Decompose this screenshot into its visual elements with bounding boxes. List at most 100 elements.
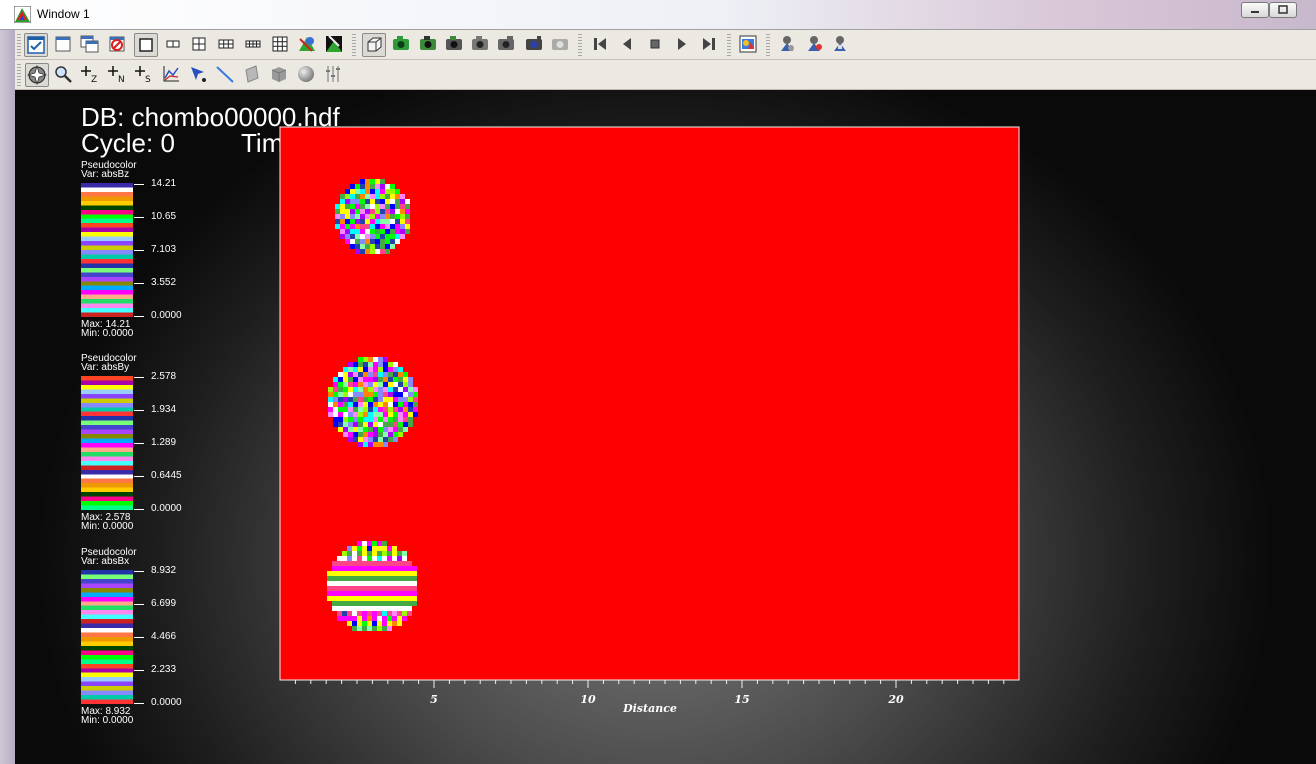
layout-2x2-icon xyxy=(192,37,206,51)
title-bar: Window 1 xyxy=(0,0,1316,30)
x-axis-tick-label: 10 xyxy=(580,693,596,706)
field-spot xyxy=(335,179,410,254)
lock-view-button[interactable] xyxy=(296,33,320,57)
lighting-3-icon xyxy=(834,36,846,51)
new-window-icon xyxy=(55,36,71,52)
maximize-button[interactable] xyxy=(1269,2,1297,18)
curve-query-button[interactable] xyxy=(160,63,184,87)
spreadsheet-pick-button[interactable]: S xyxy=(133,63,157,87)
box-tool-icon xyxy=(271,67,287,82)
camera-3-icon xyxy=(446,36,462,50)
spin-mode-icon xyxy=(739,35,757,53)
camera-5-icon xyxy=(498,36,514,50)
camera-1-icon xyxy=(393,36,409,50)
toolbar-grip[interactable] xyxy=(17,64,21,86)
plane-tool-icon xyxy=(245,65,259,83)
zoom-button[interactable] xyxy=(52,63,76,87)
svg-text:Z: Z xyxy=(91,75,97,85)
new-window-button[interactable] xyxy=(52,33,76,57)
layout-3x3-button[interactable] xyxy=(269,33,293,57)
spreadsheet-pick-icon: S xyxy=(135,66,151,85)
play-icon xyxy=(678,38,686,50)
toolbar-grip[interactable] xyxy=(727,34,731,56)
node-pick-button[interactable]: N xyxy=(106,63,130,87)
delete-window-button[interactable] xyxy=(106,33,130,57)
stop-button[interactable] xyxy=(644,33,668,57)
clone-window-icon xyxy=(80,35,99,53)
camera-7-icon xyxy=(552,39,568,50)
plane-tool-button[interactable] xyxy=(241,63,265,87)
camera-1-button[interactable] xyxy=(390,33,414,57)
layout-2x2-button[interactable] xyxy=(188,33,212,57)
lock-view-icon xyxy=(299,37,315,52)
svg-text:N: N xyxy=(118,75,125,85)
lock-time-icon xyxy=(326,35,342,52)
layout-1x1-icon xyxy=(139,38,153,52)
lighting-icon xyxy=(781,36,794,51)
window-left-border xyxy=(0,30,15,764)
line-tool-icon xyxy=(216,66,234,83)
navigate-icon xyxy=(26,64,48,86)
step-forward-icon xyxy=(703,38,715,50)
visit-app-icon xyxy=(14,6,31,23)
x-axis-tick-label: 5 xyxy=(430,693,438,706)
lock-time-button[interactable] xyxy=(323,33,347,57)
camera-7-button[interactable] xyxy=(549,33,573,57)
layout-3x3-icon xyxy=(272,36,288,52)
camera-2-icon xyxy=(420,36,436,50)
line-tool-button[interactable] xyxy=(214,63,238,87)
toolbar-grip[interactable] xyxy=(766,34,770,56)
stop-icon xyxy=(650,39,660,49)
lighting-2-button[interactable] xyxy=(803,33,827,57)
camera-3-button[interactable] xyxy=(443,33,467,57)
zone-pick-icon: Z xyxy=(81,66,97,85)
layout-1x2-button[interactable] xyxy=(162,33,186,57)
toolbar-grip[interactable] xyxy=(17,34,21,56)
perspective-button[interactable] xyxy=(362,33,386,57)
reverse-play-button[interactable] xyxy=(616,33,640,57)
play-button[interactable] xyxy=(671,33,695,57)
active-window-button[interactable] xyxy=(24,33,48,57)
minimize-icon xyxy=(1251,11,1259,13)
curve-query-icon xyxy=(163,66,179,82)
layout-1x1-button[interactable] xyxy=(134,33,158,57)
perspective-icon xyxy=(367,37,382,52)
layout-1x2-icon xyxy=(166,40,180,48)
box-tool-button[interactable] xyxy=(268,63,292,87)
toolbar-grip[interactable] xyxy=(352,34,356,56)
point-tool-button[interactable] xyxy=(187,63,211,87)
toolbar-grip[interactable] xyxy=(578,34,582,56)
step-back-icon xyxy=(594,38,606,50)
layout-2x3-icon xyxy=(218,39,234,49)
sphere-tool-icon xyxy=(298,66,314,82)
axis-restriction-icon xyxy=(326,66,340,82)
maximize-icon xyxy=(1278,5,1288,14)
layout-2x3-button[interactable] xyxy=(215,33,239,57)
zone-pick-button[interactable]: Z xyxy=(79,63,103,87)
camera-5-button[interactable] xyxy=(495,33,519,57)
lighting-3-button[interactable] xyxy=(829,33,853,57)
visualization-window[interactable]: DB: chombo00000.hdf Cycle: 0 Time:0 Pseu… xyxy=(15,90,1316,764)
axis-restriction-button[interactable] xyxy=(322,63,346,87)
camera-6-button[interactable] xyxy=(523,33,547,57)
toolbar-window-controls xyxy=(15,30,1316,60)
window-title: Window 1 xyxy=(37,7,90,21)
layout-2x4-icon xyxy=(245,40,261,48)
lighting-button[interactable] xyxy=(776,33,800,57)
node-pick-icon: N xyxy=(108,66,125,85)
step-forward-button[interactable] xyxy=(698,33,722,57)
toolbar-interaction-modes: Z N S xyxy=(15,60,1316,90)
x-axis-tick-label: 20 xyxy=(887,693,904,706)
step-back-button[interactable] xyxy=(589,33,613,57)
camera-2-button[interactable] xyxy=(417,33,441,57)
minimize-button[interactable] xyxy=(1241,2,1269,18)
clone-window-button[interactable] xyxy=(78,33,102,57)
sphere-tool-button[interactable] xyxy=(295,63,319,87)
navigate-button[interactable] xyxy=(25,63,49,87)
spin-mode-button[interactable] xyxy=(737,33,761,57)
plot-area[interactable]: 5 10 15 20 Distance xyxy=(15,90,1316,764)
camera-4-button[interactable] xyxy=(469,33,493,57)
layout-2x4-button[interactable] xyxy=(242,33,266,57)
reverse-play-icon xyxy=(623,38,631,50)
camera-4-icon xyxy=(472,36,488,50)
